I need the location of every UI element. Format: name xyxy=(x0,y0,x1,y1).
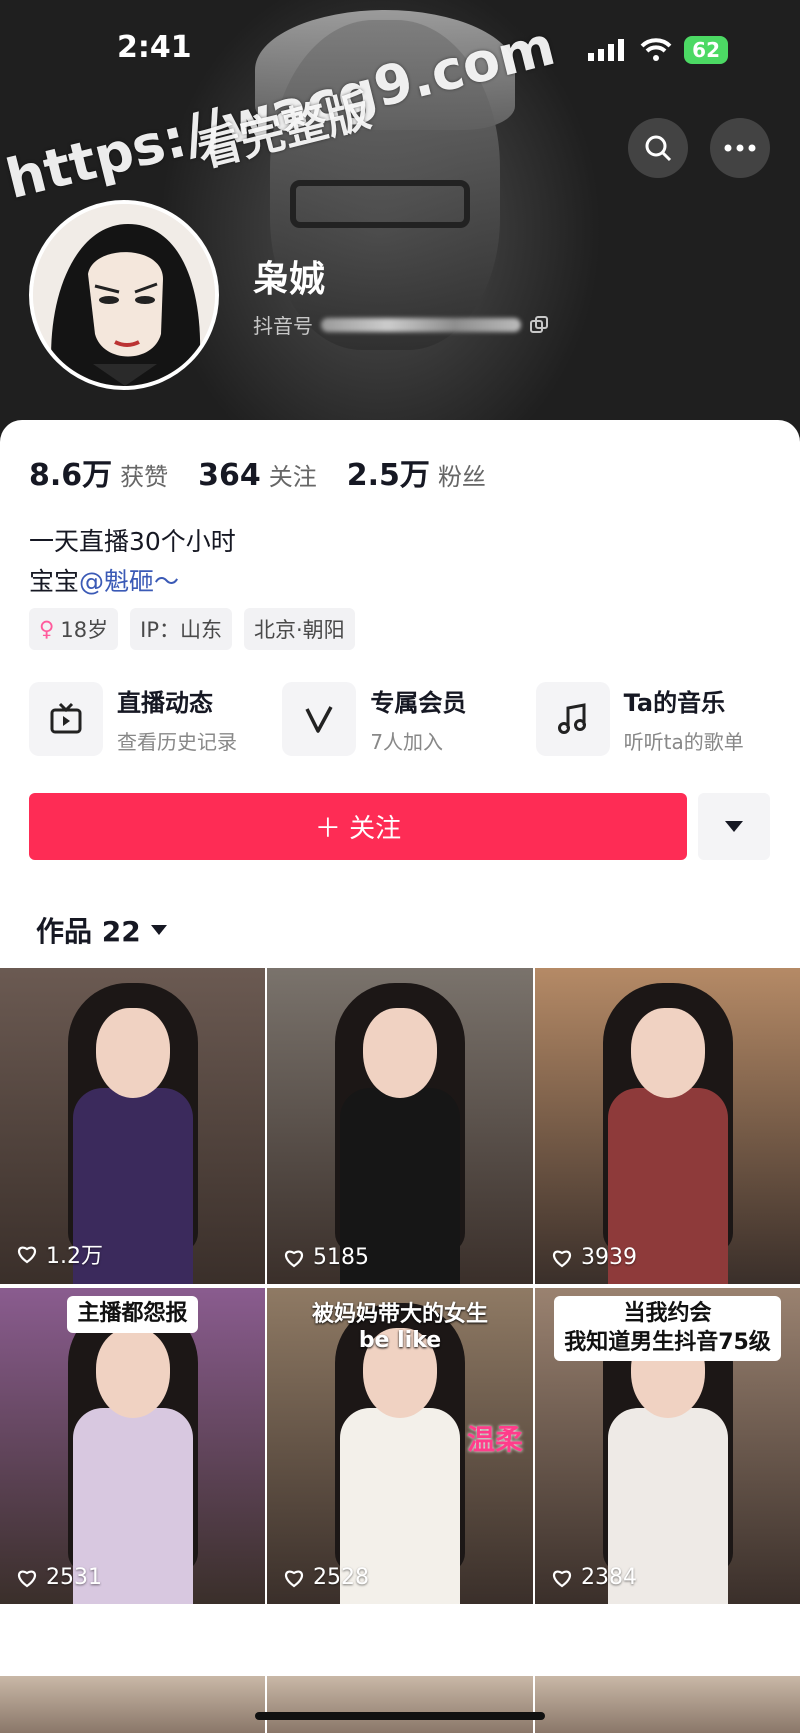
avatar-illustration xyxy=(33,204,215,386)
stat-following[interactable]: 364 关注 xyxy=(198,457,317,493)
video-caption: 当我约会 我知道男生抖音75级 xyxy=(535,1296,800,1362)
cover-glasses xyxy=(290,180,470,228)
more-dots-icon xyxy=(724,144,756,152)
video-likes-count: 5185 xyxy=(313,1245,369,1270)
video-likes: 1.2万 xyxy=(16,1238,103,1270)
video-likes: 2528 xyxy=(283,1565,369,1590)
tag-label: IP：山东 xyxy=(140,618,222,642)
heart-icon xyxy=(18,1246,36,1264)
video-likes-count: 2384 xyxy=(581,1565,637,1590)
video-grid-next-row xyxy=(0,1676,800,1733)
video-likes-count: 2528 xyxy=(313,1565,369,1590)
caret-down-icon xyxy=(725,820,743,832)
heart-icon xyxy=(18,1570,36,1587)
feature-subtitle: 听听ta的歌单 xyxy=(623,730,744,754)
stat-value: 364 xyxy=(198,458,261,493)
tag-ip: IP：山东 xyxy=(130,608,232,650)
feature-title: 直播动态 xyxy=(117,689,213,717)
heart-icon xyxy=(553,1250,571,1267)
stat-label: 获赞 xyxy=(120,463,169,491)
follow-button[interactable]: ＋ 关注 xyxy=(29,793,687,860)
heart-icon xyxy=(553,1570,571,1587)
tag-location: 北京·朝阳 xyxy=(243,608,355,650)
feature-music[interactable]: Ta的音乐听听ta的歌单 xyxy=(535,682,789,756)
douyin-id-label: 抖音号 xyxy=(253,314,313,338)
video-likes: 3939 xyxy=(551,1245,637,1270)
stat-value: 8.6万 xyxy=(29,458,113,493)
recommend-dropdown-button[interactable] xyxy=(698,793,770,860)
video-thumb-face xyxy=(630,1008,705,1098)
signal-icon xyxy=(588,39,625,61)
tag-label: 18岁 xyxy=(60,618,109,642)
tag-age: ♀ 18岁 xyxy=(29,608,119,650)
feature-title: Ta的音乐 xyxy=(623,689,726,717)
feature-subtitle: 7人加入 xyxy=(370,730,444,754)
profile-stats: 8.6万 获赞 364 关注 2.5万 粉丝 xyxy=(29,450,486,494)
video-likes-count: 3939 xyxy=(581,1245,637,1270)
status-time: 2:41 xyxy=(117,30,192,65)
profile-name: 枭娍 xyxy=(253,259,326,300)
stat-label: 关注 xyxy=(268,463,317,491)
status-icons: 62 xyxy=(588,36,728,64)
music-note-icon xyxy=(557,703,586,734)
douyin-id[interactable]: 抖音号 xyxy=(253,310,549,339)
video-tile[interactable]: 3939 xyxy=(535,968,800,1284)
battery-indicator: 62 xyxy=(684,36,728,64)
video-likes: 5185 xyxy=(283,1245,369,1270)
douyin-id-redacted xyxy=(321,317,521,332)
search-icon xyxy=(645,135,672,162)
video-tile[interactable]: 被妈妈带大的女生 be like 温柔 2528 xyxy=(267,1288,533,1604)
stat-followers[interactable]: 2.5万 粉丝 xyxy=(347,450,486,494)
copy-icon[interactable] xyxy=(529,315,549,335)
profile-tags: ♀ 18岁 IP：山东 北京·朝阳 xyxy=(29,608,355,650)
bio-line-2: 宝宝@魁砸～ xyxy=(29,562,179,598)
video-grid: 1.2万 5185 3939 主播都怨报 2531 被妈妈带大的女生 be like 温柔 2… xyxy=(0,968,800,1604)
bio-line-1: 一天直播30个小时 xyxy=(29,527,236,556)
video-thumb-face xyxy=(95,1328,170,1418)
feature-live-history[interactable]: 直播动态查看历史记录 xyxy=(29,682,282,756)
bio-mention-link[interactable]: @魁砸～ xyxy=(79,567,179,596)
caret-down-icon xyxy=(150,924,167,935)
video-thumb-face xyxy=(95,1008,170,1098)
video-caption-text: 被妈妈带大的女生 be like xyxy=(311,1302,488,1353)
video-overlay-text: 温柔 xyxy=(466,1423,523,1456)
works-label: 作品 22 xyxy=(36,915,141,948)
search-button[interactable] xyxy=(628,118,688,178)
video-tile[interactable]: 5185 xyxy=(267,968,533,1284)
video-caption-text: 当我约会 我知道男生抖音75级 xyxy=(554,1296,781,1362)
feature-subtitle: 查看历史记录 xyxy=(117,730,237,754)
video-tile[interactable]: 当我约会 我知道男生抖音75级 2384 xyxy=(535,1288,800,1604)
feature-row: 直播动态查看历史记录 专属会员 7人加入 Ta的音乐听听ta的歌单 xyxy=(29,682,789,756)
heart-icon xyxy=(285,1570,303,1587)
tag-label: 北京·朝阳 xyxy=(253,618,345,642)
video-likes: 2531 xyxy=(16,1565,102,1590)
video-caption: 被妈妈带大的女生 be like xyxy=(267,1296,533,1353)
video-caption-text: 主播都怨报 xyxy=(67,1296,198,1333)
home-indicator xyxy=(255,1712,545,1720)
v-icon xyxy=(305,706,333,733)
video-likes-count: 2531 xyxy=(46,1565,102,1590)
video-likes: 2384 xyxy=(551,1565,637,1590)
video-tile[interactable]: 1.2万 xyxy=(0,968,265,1284)
stat-label: 粉丝 xyxy=(437,463,486,491)
video-thumb-face xyxy=(363,1008,437,1098)
female-icon: ♀ xyxy=(39,617,55,641)
avatar[interactable] xyxy=(29,200,219,390)
more-button[interactable] xyxy=(710,118,770,178)
feature-membership[interactable]: 专属会员 7人加入 xyxy=(282,682,535,756)
video-likes-count: 1.2万 xyxy=(46,1244,103,1269)
heart-icon xyxy=(285,1250,303,1267)
video-tile[interactable]: 主播都怨报 2531 xyxy=(0,1288,265,1604)
stat-value: 2.5万 xyxy=(346,458,430,493)
bio-prefix: 宝宝 xyxy=(29,567,80,596)
stat-likes[interactable]: 8.6万 获赞 xyxy=(29,450,168,494)
video-caption: 主播都怨报 xyxy=(0,1296,265,1333)
feature-title: 专属会员 xyxy=(370,689,467,717)
works-tab[interactable]: 作品 22 xyxy=(36,910,167,950)
wifi-icon xyxy=(640,38,672,61)
tv-icon xyxy=(50,702,82,734)
